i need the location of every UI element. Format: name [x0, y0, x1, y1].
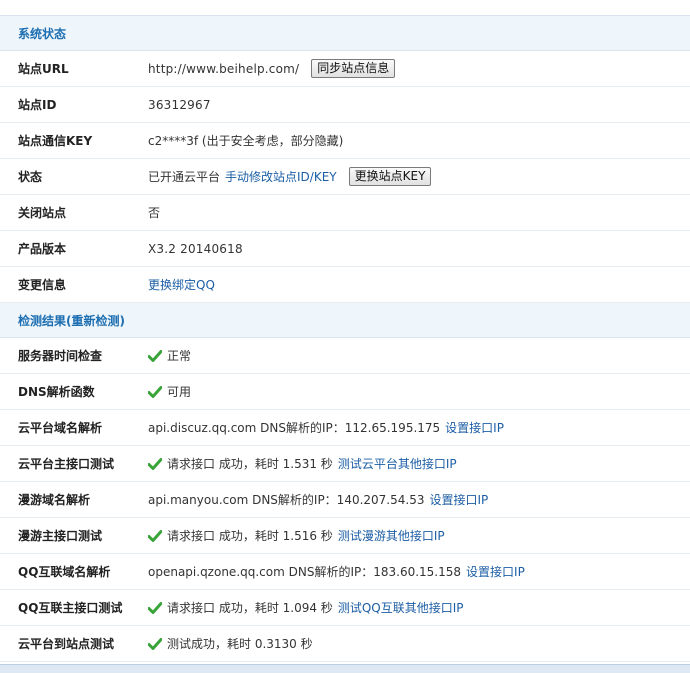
- status-value: 已开通云平台: [148, 170, 221, 184]
- product-version-value: X3.2 20140618: [148, 241, 243, 256]
- row-qq-connect-main-api: QQ互联主接口测试 请求接口 成功，耗时 1.094 秒 测试QQ互联其他接口I…: [0, 590, 690, 626]
- set-interface-ip-link[interactable]: 设置接口IP: [429, 491, 488, 508]
- check-icon: [148, 349, 162, 362]
- row-label: 站点URL: [18, 62, 69, 76]
- row-change-info: 变更信息 更换绑定QQ: [0, 267, 690, 303]
- row-label: 漫游主接口测试: [18, 529, 103, 543]
- row-label: 状态: [18, 170, 43, 184]
- row-label: 云平台到站点测试: [18, 637, 115, 651]
- row-manyou-dns: 漫游域名解析 api.manyou.com DNS解析的IP：140.207.5…: [0, 482, 690, 518]
- section-title[interactable]: 检测结果(重新检测): [18, 312, 125, 329]
- section-title: 系统状态: [18, 26, 67, 41]
- rebind-qq-link[interactable]: 更换绑定QQ: [148, 276, 215, 293]
- check-value: 请求接口 成功，耗时 1.531 秒: [167, 457, 333, 471]
- row-label: 变更信息: [18, 278, 67, 292]
- row-label: 漫游域名解析: [18, 493, 91, 507]
- row-label: 云平台域名解析: [18, 421, 103, 435]
- section-header-check-results: 检测结果(重新检测): [0, 303, 690, 338]
- row-label: 站点ID: [18, 98, 57, 112]
- check-value: 请求接口 成功，耗时 1.094 秒: [167, 601, 333, 615]
- row-label: 关闭站点: [18, 206, 67, 220]
- site-url-value: http://www.beihelp.com/: [148, 61, 300, 76]
- test-manyou-other-ip-link[interactable]: 测试漫游其他接口IP: [338, 527, 445, 544]
- row-qq-connect-dns: QQ互联域名解析 openapi.qzone.qq.com DNS解析的IP：1…: [0, 554, 690, 590]
- check-value: api.discuz.qq.com DNS解析的IP：112.65.195.17…: [148, 421, 441, 435]
- site-key-value: c2****3f (出于安全考虑，部分隐藏): [148, 134, 344, 148]
- change-site-key-button[interactable]: 更换站点KEY: [348, 167, 432, 186]
- check-icon: [148, 601, 162, 614]
- row-dns-function: DNS解析函数 可用: [0, 374, 690, 410]
- cloud-status-table: 系统状态 站点URL http://www.beihelp.com/ 同步站点信…: [0, 16, 690, 662]
- edit-site-id-key-link[interactable]: 手动修改站点ID/KEY: [225, 168, 337, 185]
- check-value: 可用: [167, 385, 192, 399]
- check-value: 请求接口 成功，耗时 1.516 秒: [167, 529, 333, 543]
- set-interface-ip-link[interactable]: 设置接口IP: [445, 419, 504, 436]
- row-site-key: 站点通信KEY c2****3f (出于安全考虑，部分隐藏): [0, 123, 690, 159]
- check-icon: [148, 457, 162, 470]
- row-close-site: 关闭站点 否: [0, 195, 690, 231]
- row-site-id: 站点ID 36312967: [0, 87, 690, 123]
- row-status: 状态 已开通云平台 手动修改站点ID/KEY 更换站点KEY: [0, 159, 690, 195]
- row-cloud-dns: 云平台域名解析 api.discuz.qq.com DNS解析的IP：112.6…: [0, 410, 690, 446]
- row-product-version: 产品版本 X3.2 20140618: [0, 231, 690, 267]
- row-manyou-main-api: 漫游主接口测试 请求接口 成功，耗时 1.516 秒 测试漫游其他接口IP: [0, 518, 690, 554]
- row-label: QQ互联主接口测试: [18, 601, 123, 615]
- check-icon: [148, 637, 162, 650]
- row-label: 云平台主接口测试: [18, 457, 115, 471]
- row-label: DNS解析函数: [18, 385, 95, 399]
- sync-site-info-button[interactable]: 同步站点信息: [311, 59, 396, 78]
- row-label: 站点通信KEY: [18, 134, 93, 148]
- section-header-system-status: 系统状态: [0, 16, 690, 51]
- check-value: 测试成功，耗时 0.3130 秒: [167, 637, 313, 651]
- row-server-time: 服务器时间检查 正常: [0, 338, 690, 374]
- row-cloud-main-api: 云平台主接口测试 请求接口 成功，耗时 1.531 秒 测试云平台其他接口IP: [0, 446, 690, 482]
- row-label: 服务器时间检查: [18, 349, 103, 363]
- check-value: openapi.qzone.qq.com DNS解析的IP：183.60.15.…: [148, 565, 462, 579]
- test-cloud-other-ip-link[interactable]: 测试云平台其他接口IP: [338, 455, 457, 472]
- check-value: api.manyou.com DNS解析的IP：140.207.54.53: [148, 493, 425, 507]
- check-value: 正常: [167, 349, 192, 363]
- set-interface-ip-link[interactable]: 设置接口IP: [466, 563, 525, 580]
- test-qq-connect-other-ip-link[interactable]: 测试QQ互联其他接口IP: [338, 599, 464, 616]
- check-icon: [148, 529, 162, 542]
- site-id-value: 36312967: [148, 97, 211, 112]
- close-site-value: 否: [148, 206, 161, 220]
- check-icon: [148, 385, 162, 398]
- row-site-url: 站点URL http://www.beihelp.com/ 同步站点信息: [0, 51, 690, 87]
- row-label: 产品版本: [18, 242, 67, 256]
- row-cloud-to-site: 云平台到站点测试 测试成功，耗时 0.3130 秒: [0, 626, 690, 662]
- row-label: QQ互联域名解析: [18, 565, 111, 579]
